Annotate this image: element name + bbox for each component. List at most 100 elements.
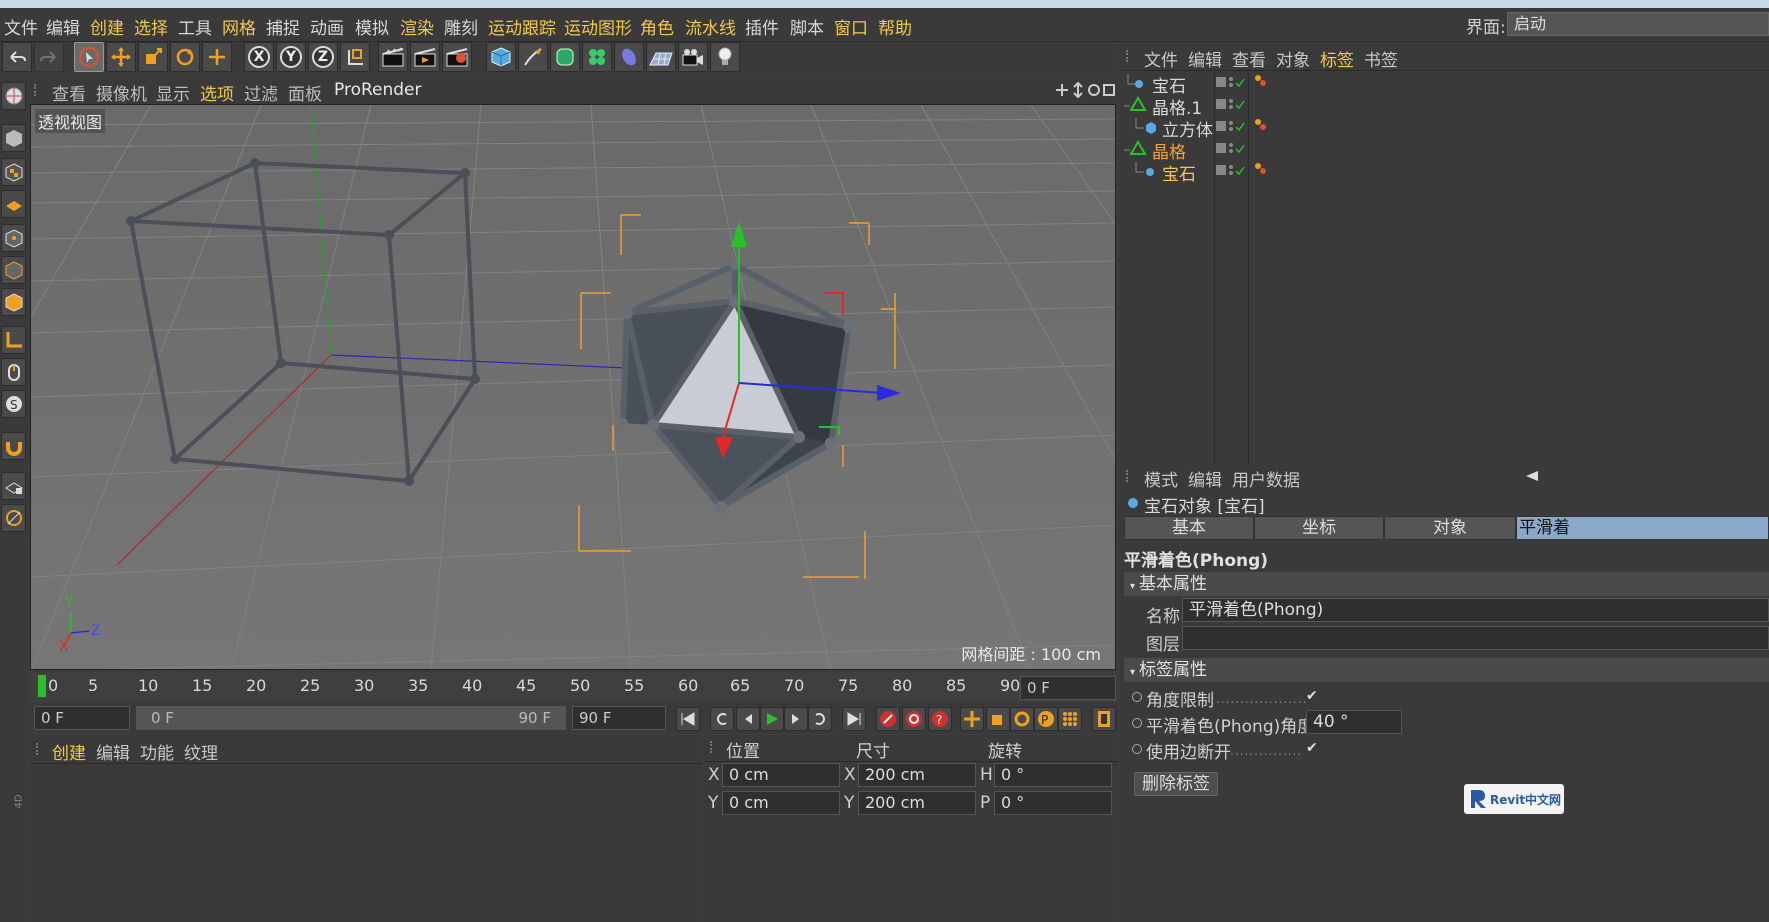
- basic-properties-header[interactable]: ▾ 基本属性: [1124, 572, 1769, 596]
- deformer-button[interactable]: [614, 42, 644, 72]
- goto-start-button[interactable]: [676, 707, 700, 731]
- edges-mode-button[interactable]: [1, 256, 26, 284]
- y-axis-lock-button[interactable]: Y: [276, 42, 306, 72]
- move-button[interactable]: [106, 42, 136, 72]
- menu-file[interactable]: 文件: [4, 14, 38, 39]
- object-menu-bookmarks[interactable]: 书签: [1364, 46, 1398, 71]
- timeline-ruler[interactable]: 0 5 10 15 20 25 30 35 40 45 50 55 60 65 …: [30, 672, 1116, 702]
- menu-select[interactable]: 选择: [134, 14, 168, 39]
- object-row-lattice[interactable]: 晶格: [1120, 138, 1769, 163]
- object-row-gem[interactable]: 宝石: [1120, 72, 1769, 97]
- menu-help[interactable]: 帮助: [878, 14, 912, 39]
- object-menu-tags[interactable]: 标签: [1320, 46, 1354, 71]
- menu-mograph[interactable]: 运动图形: [564, 14, 632, 39]
- edge-break-animate-radio[interactable]: [1132, 744, 1142, 754]
- key-position-button[interactable]: [960, 707, 984, 731]
- timeline-window-button[interactable]: [1092, 707, 1116, 731]
- menu-sculpt[interactable]: 雕刻: [444, 14, 478, 39]
- rotate-button[interactable]: [170, 42, 200, 72]
- phong-tag-icon[interactable]: [1254, 74, 1268, 88]
- object-row-gem-child[interactable]: 宝石: [1120, 160, 1769, 185]
- undo-button[interactable]: [2, 42, 32, 72]
- model-mode-button[interactable]: [1, 124, 26, 152]
- locked-workplane-button[interactable]: [1, 472, 26, 500]
- frame-range-slider[interactable]: 0 F 90 F: [136, 706, 566, 730]
- workplane-mode-button[interactable]: [1, 190, 26, 218]
- phong-angle-field[interactable]: 40 °: [1306, 710, 1402, 734]
- position-x-field[interactable]: 0 cm: [722, 763, 840, 787]
- angle-limit-animate-radio[interactable]: [1132, 692, 1142, 702]
- next-key-button[interactable]: [808, 707, 832, 731]
- viewport-menu-options[interactable]: 选项: [200, 80, 234, 105]
- menu-animate[interactable]: 动画: [310, 14, 344, 39]
- prev-key-button[interactable]: [710, 707, 734, 731]
- viewport-menu-view[interactable]: 查看: [52, 80, 86, 105]
- material-menu-function[interactable]: 功能: [140, 739, 174, 764]
- menu-mesh[interactable]: 网格: [222, 14, 256, 39]
- layer-field[interactable]: [1182, 626, 1769, 650]
- menu-motion-tracking[interactable]: 运动跟踪: [488, 14, 556, 39]
- camera-button[interactable]: [678, 42, 708, 72]
- viewport-menu-prorender[interactable]: ProRender: [334, 80, 422, 100]
- menu-window[interactable]: 窗口: [834, 14, 868, 39]
- back-arrow-icon[interactable]: [1522, 468, 1552, 484]
- prev-frame-button[interactable]: [736, 707, 760, 731]
- object-row-cube[interactable]: 立方体: [1120, 116, 1769, 141]
- render-picture-viewer-button[interactable]: [410, 42, 440, 72]
- key-pla-button[interactable]: [1058, 707, 1082, 731]
- menu-plugins[interactable]: 插件: [745, 14, 779, 39]
- texture-mode-button[interactable]: [1, 158, 26, 186]
- material-menu-create[interactable]: 创建: [52, 739, 86, 764]
- points-mode-button[interactable]: [1, 224, 26, 252]
- position-y-field[interactable]: 0 cm: [722, 791, 840, 815]
- phong-tag-icon[interactable]: [1254, 162, 1268, 176]
- auto-keyframe-button[interactable]: [902, 707, 926, 731]
- object-menu-objects[interactable]: 对象: [1276, 46, 1310, 71]
- render-view-button[interactable]: [378, 42, 408, 72]
- size-y-field[interactable]: 200 cm: [858, 791, 976, 815]
- object-row-lattice-1[interactable]: 晶格.1: [1120, 94, 1769, 119]
- subdivision-surface-button[interactable]: [550, 42, 580, 72]
- start-frame-field[interactable]: 0 F: [34, 706, 130, 730]
- planar-workplane-button[interactable]: [1, 504, 26, 532]
- goto-end-button[interactable]: [842, 707, 866, 731]
- transform-button[interactable]: [202, 42, 232, 72]
- rotation-h-field[interactable]: 0 °: [994, 763, 1112, 787]
- material-menu-texture[interactable]: 纹理: [184, 739, 218, 764]
- light-button[interactable]: [710, 42, 740, 72]
- menu-tools[interactable]: 工具: [178, 14, 212, 39]
- viewport-menu-display[interactable]: 显示: [156, 80, 190, 105]
- current-frame-field[interactable]: 0 F: [1020, 676, 1116, 700]
- viewport-menu-panel[interactable]: 面板: [288, 80, 322, 105]
- axis-mode-button[interactable]: [1, 326, 26, 354]
- visibility-toggles-icon[interactable]: [1216, 76, 1246, 90]
- edge-break-checkbox[interactable]: ✔: [1306, 740, 1318, 756]
- object-menu-view[interactable]: 查看: [1232, 46, 1266, 71]
- rotation-p-field[interactable]: 0 °: [994, 791, 1112, 815]
- delete-tag-button[interactable]: 删除标签: [1134, 772, 1218, 796]
- angle-limit-checkbox[interactable]: ✔: [1306, 688, 1318, 704]
- attr-menu-mode[interactable]: 模式: [1144, 466, 1178, 491]
- play-button[interactable]: [760, 707, 784, 731]
- timeline-playhead[interactable]: [38, 675, 46, 697]
- material-menu-edit[interactable]: 编辑: [96, 739, 130, 764]
- menu-simulate[interactable]: 模拟: [355, 14, 389, 39]
- cloner-button[interactable]: [582, 42, 612, 72]
- z-axis-lock-button[interactable]: Z: [308, 42, 338, 72]
- floor-button[interactable]: [646, 42, 676, 72]
- menu-create[interactable]: 创建: [90, 14, 124, 39]
- visibility-toggles-icon[interactable]: [1216, 120, 1246, 134]
- attr-menu-user-data[interactable]: 用户数据: [1232, 466, 1300, 491]
- visibility-toggles-icon[interactable]: [1216, 142, 1246, 156]
- polygons-mode-button[interactable]: [1, 288, 26, 316]
- menu-render[interactable]: 渲染: [400, 14, 434, 39]
- snap-button[interactable]: S: [1, 390, 26, 418]
- enable-snap-button[interactable]: [1, 432, 26, 460]
- key-rotation-button[interactable]: [1010, 707, 1034, 731]
- cube-object-button[interactable]: [486, 42, 516, 72]
- perspective-viewport[interactable]: Y Z X 透视视图 网格间距 : 100 cm: [30, 104, 1116, 670]
- visibility-toggles-icon[interactable]: [1216, 98, 1246, 112]
- menu-snap[interactable]: 捕捉: [266, 14, 300, 39]
- viewport-menu-filter[interactable]: 过滤: [244, 80, 278, 105]
- layout-select[interactable]: 启动: [1507, 12, 1769, 36]
